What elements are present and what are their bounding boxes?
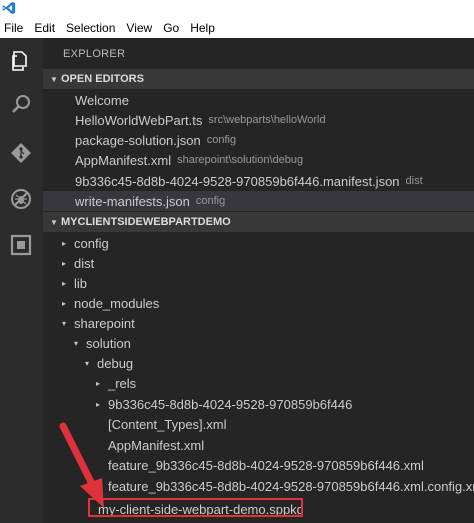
- chevron-right-icon: ▸: [61, 238, 66, 248]
- tree-item-label: sharepoint: [74, 315, 135, 331]
- open-editor-item[interactable]: HelloWorldWebPart.ts src\webparts\helloW…: [43, 110, 474, 130]
- open-editor-name: 9b336c45-8d8b-4024-9528-970859b6f446.man…: [75, 173, 400, 189]
- project-header[interactable]: ▼ MYCLIENTSIDEWEBPARTDEMO: [43, 212, 474, 232]
- chevron-down-icon: ▾: [84, 358, 89, 368]
- tree-item-label: solution: [86, 335, 131, 351]
- explorer-sidebar: EXPLORER ▼ OPEN EDITORS Welcome HelloWor…: [43, 38, 474, 523]
- activity-bar: [0, 38, 43, 523]
- open-editor-item[interactable]: package-solution.json config: [43, 130, 474, 150]
- chevron-right-icon: ▸: [61, 278, 66, 288]
- menu-bar: File Edit Selection View Go Help: [0, 17, 474, 38]
- menu-help[interactable]: Help: [190, 21, 215, 35]
- search-icon[interactable]: [8, 92, 34, 118]
- debug-icon[interactable]: [8, 186, 34, 212]
- tree-item-label: [Content_Types].xml: [108, 416, 227, 432]
- open-editor-path: dist: [405, 175, 423, 187]
- open-editor-path: config: [195, 195, 226, 207]
- tree-folder-rels[interactable]: ▸ _rels: [43, 373, 474, 393]
- menu-go[interactable]: Go: [163, 21, 179, 35]
- open-editor-path: src\webparts\helloWorld: [208, 114, 326, 126]
- tree-folder-solution[interactable]: ▾ solution: [43, 333, 474, 353]
- tree-item-label: feature_9b336c45-8d8b-4024-9528-970859b6…: [108, 457, 424, 473]
- tree-item-label: dist: [74, 255, 95, 271]
- tree-item-label: AppManifest.xml: [108, 437, 205, 453]
- chevron-right-icon: ▸: [95, 378, 100, 388]
- menu-file[interactable]: File: [4, 21, 23, 35]
- tree-folder-node-modules[interactable]: ▸ node_modules: [43, 293, 474, 313]
- explorer-icon[interactable]: [8, 48, 34, 74]
- chevron-right-icon: ▸: [61, 258, 66, 268]
- open-editor-name: package-solution.json: [75, 132, 201, 148]
- menu-edit[interactable]: Edit: [34, 21, 55, 35]
- open-editor-item-selected[interactable]: write-manifests.json config: [43, 191, 474, 211]
- tree-folder-config[interactable]: ▸ config: [43, 233, 474, 253]
- extensions-icon[interactable]: [8, 232, 34, 258]
- open-editor-name: Welcome: [75, 92, 129, 108]
- tree-file-feature-xml[interactable]: feature_9b336c45-8d8b-4024-9528-970859b6…: [43, 455, 474, 475]
- open-editor-name: write-manifests.json: [75, 193, 190, 209]
- menu-selection[interactable]: Selection: [66, 21, 115, 35]
- chevron-right-icon: ▸: [61, 298, 66, 308]
- explorer-title: EXPLORER: [63, 48, 126, 60]
- vscode-logo-icon: [2, 1, 16, 15]
- tree-folder-guid[interactable]: ▸ 9b336c45-8d8b-4024-9528-970859b6f446: [43, 394, 474, 414]
- open-editor-name: HelloWorldWebPart.ts: [75, 112, 203, 128]
- tree-item-label: node_modules: [74, 295, 160, 311]
- tree-item-label: config: [74, 235, 109, 251]
- open-editor-item[interactable]: AppManifest.xml sharepoint\solution\debu…: [43, 150, 474, 170]
- title-bar: [0, 0, 474, 17]
- tree-item-label: 9b336c45-8d8b-4024-9528-970859b6f446: [108, 396, 353, 412]
- open-editors-header[interactable]: ▼ OPEN EDITORS: [43, 69, 474, 89]
- tree-folder-debug[interactable]: ▾ debug: [43, 353, 474, 373]
- tree-file-feature-config-xml[interactable]: feature_9b336c45-8d8b-4024-9528-970859b6…: [43, 476, 474, 496]
- open-editor-item[interactable]: Welcome: [43, 90, 474, 110]
- open-editors-label: OPEN EDITORS: [61, 73, 144, 85]
- project-label: MYCLIENTSIDEWEBPARTDEMO: [61, 216, 231, 228]
- chevron-down-icon: ▼: [50, 74, 58, 84]
- git-icon[interactable]: [8, 140, 34, 166]
- tree-item-label: lib: [74, 275, 88, 291]
- tree-file-appmanifest[interactable]: AppManifest.xml: [43, 435, 474, 455]
- menu-view[interactable]: View: [126, 21, 152, 35]
- highlight-box: [88, 498, 303, 517]
- chevron-down-icon: ▾: [61, 318, 66, 328]
- chevron-down-icon: ▾: [73, 338, 78, 348]
- tree-folder-dist[interactable]: ▸ dist: [43, 253, 474, 273]
- tree-file-content-types[interactable]: [Content_Types].xml: [43, 414, 474, 434]
- chevron-down-icon: ▼: [50, 217, 58, 227]
- open-editor-item[interactable]: 9b336c45-8d8b-4024-9528-970859b6f446.man…: [43, 171, 474, 191]
- open-editor-path: sharepoint\solution\debug: [177, 154, 304, 166]
- open-editor-name: AppManifest.xml: [75, 152, 172, 168]
- chevron-right-icon: ▸: [95, 399, 100, 409]
- open-editor-path: config: [206, 134, 237, 146]
- tree-item-label: debug: [97, 355, 134, 371]
- tree-item-label: _rels: [108, 375, 137, 391]
- tree-folder-lib[interactable]: ▸ lib: [43, 273, 474, 293]
- tree-item-label: feature_9b336c45-8d8b-4024-9528-970859b6…: [108, 478, 474, 494]
- tree-folder-sharepoint[interactable]: ▾ sharepoint: [43, 313, 474, 333]
